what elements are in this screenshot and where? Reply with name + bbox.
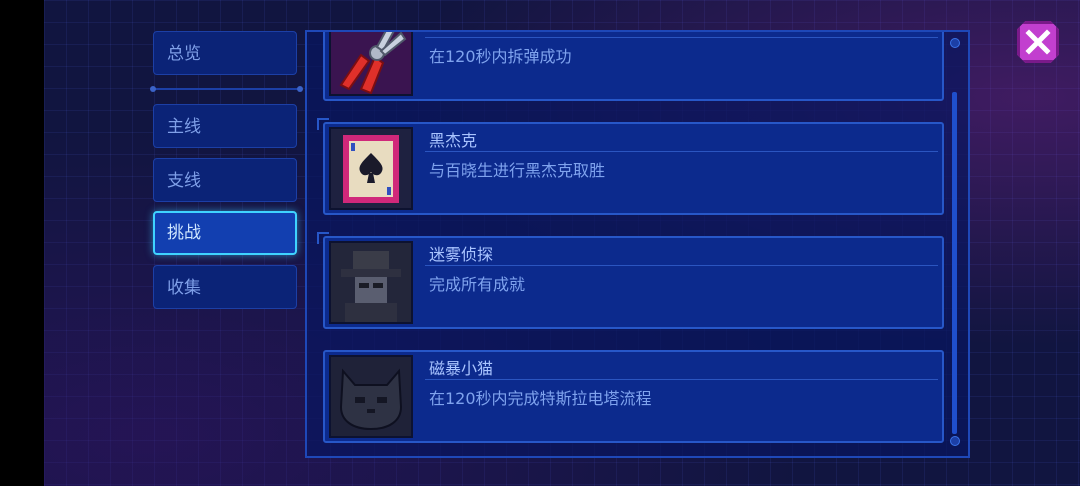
- card-separator: [425, 265, 938, 266]
- tab-label: 挑战: [167, 223, 201, 243]
- achievement-card: 在120秒内拆弹成功: [323, 32, 944, 101]
- card-separator: [425, 37, 938, 38]
- tab-label: 支线: [167, 171, 201, 191]
- tab-overview[interactable]: 总览: [153, 31, 297, 75]
- achievement-desc: 与百晓生进行黑杰克取胜: [429, 161, 606, 180]
- achievement-card: 迷雾侦探 完成所有成就: [317, 232, 944, 329]
- close-button[interactable]: [1017, 21, 1059, 63]
- achievement-desc: 在120秒内完成特斯拉电塔流程: [429, 389, 652, 408]
- detective-icon: [329, 241, 413, 324]
- tab-collection[interactable]: 收集: [153, 265, 297, 309]
- scrollbar-bottom-cap: [950, 436, 960, 446]
- tab-label: 总览: [167, 44, 201, 64]
- left-black-bar: [0, 0, 44, 486]
- card-corner: [317, 118, 329, 130]
- pliers-icon: [329, 32, 413, 96]
- achievement-card: 磁暴小猫 在120秒内完成特斯拉电塔流程: [323, 350, 944, 443]
- tab-challenge[interactable]: 挑战: [153, 211, 297, 255]
- achievement-title: 迷雾侦探: [429, 245, 494, 264]
- card-separator: [425, 379, 938, 380]
- card-separator: [425, 151, 938, 152]
- cat-icon: [329, 355, 413, 438]
- scrollbar-thumb[interactable]: [952, 92, 957, 434]
- achievement-desc: 在120秒内拆弹成功: [429, 47, 572, 66]
- scrollbar-top-cap: [950, 38, 960, 48]
- spade-card-icon: [329, 127, 413, 210]
- achievement-card: 黑杰克 与百晓生进行黑杰克取胜: [317, 118, 944, 215]
- card-corner: [317, 232, 329, 244]
- tab-label: 收集: [167, 278, 201, 298]
- achievement-title: 磁暴小猫: [429, 359, 494, 378]
- tab-main-quest[interactable]: 主线: [153, 104, 297, 148]
- tab-label: 主线: [167, 117, 201, 137]
- tab-side-quest[interactable]: 支线: [153, 158, 297, 202]
- achievement-title: 黑杰克: [429, 131, 478, 150]
- sidebar-divider: [150, 86, 303, 92]
- achievement-list-panel[interactable]: 在120秒内拆弹成功 黑杰克 与百晓生进行黑杰克取胜 迷雾侦探 完成所有成就 磁…: [305, 30, 970, 458]
- achievement-desc: 完成所有成就: [429, 275, 526, 294]
- close-icon: [1025, 29, 1051, 55]
